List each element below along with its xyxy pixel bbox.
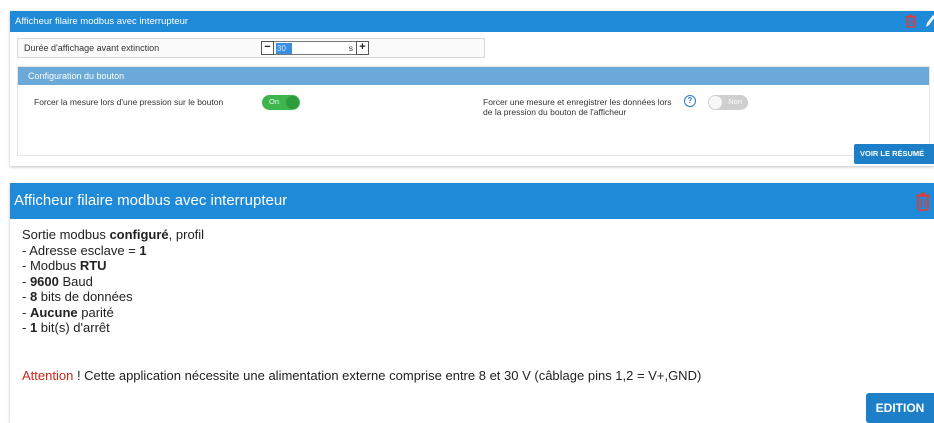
force-record-toggle[interactable]: Non <box>708 95 748 110</box>
summary-panel-title: Afficheur filaire modbus avec interrupte… <box>14 192 288 209</box>
summary-line: - 1 bit(s) d'arrêt <box>22 320 110 335</box>
display-duration-row: Durée d'affichage avant extinction − 30 … <box>17 38 485 58</box>
pencil-icon[interactable] <box>924 13 934 29</box>
decrement-button[interactable]: − <box>261 41 274 55</box>
duration-input[interactable]: 30 s <box>274 41 356 55</box>
edit-button[interactable]: EDITION <box>866 393 934 423</box>
help-icon[interactable]: ? <box>684 95 696 107</box>
duration-stepper: − 30 s + <box>261 41 369 55</box>
summary-line: - 9600 Baud <box>22 273 93 289</box>
summary-panel: Afficheur filaire modbus avec interrupte… <box>10 183 934 423</box>
force-measure-toggle[interactable]: On <box>262 95 300 110</box>
display-duration-label: Durée d'affichage avant extinction <box>24 43 160 53</box>
button-config-header: Configuration du bouton <box>18 67 929 85</box>
duration-value: 30 <box>276 43 292 54</box>
force-measure-toggle-label: On <box>269 97 280 106</box>
toggle-knob <box>286 96 299 109</box>
view-summary-button[interactable]: VOIR LE RÉSUMÉ <box>854 144 934 164</box>
toggle-knob <box>709 96 722 109</box>
summary-line: - Aucune parité <box>22 304 114 320</box>
summary-line: Sortie modbus configuré, profil <box>22 227 205 242</box>
summary-line: - Adresse esclave = 1 <box>22 242 147 258</box>
force-measure-label: Forcer la mesure lors d'une pression sur… <box>34 97 224 107</box>
trash-icon[interactable] <box>916 192 930 211</box>
trash-icon[interactable] <box>906 14 916 28</box>
power-warning: Attention ! Cette application nécessite … <box>22 368 701 383</box>
increment-button[interactable]: + <box>356 41 369 55</box>
warning-text: ! Cette application nécessite une alimen… <box>73 368 702 383</box>
settings-panel: Afficheur filaire modbus avec interrupte… <box>10 11 934 166</box>
summary-line: - 8 bits de données <box>22 289 133 304</box>
settings-panel-header: Afficheur filaire modbus avec interrupte… <box>10 11 934 32</box>
settings-panel-title: Afficheur filaire modbus avec interrupte… <box>15 16 189 27</box>
summary-panel-header: Afficheur filaire modbus avec interrupte… <box>10 183 934 219</box>
force-record-label: Forcer une mesure et enregistrer les don… <box>483 97 672 117</box>
modbus-summary: Sortie modbus configuré, profil - Adress… <box>22 227 204 336</box>
duration-unit: s <box>348 43 353 53</box>
button-config-section: Configuration du bouton Forcer la mesure… <box>17 66 930 156</box>
summary-line: - Modbus RTU <box>22 258 107 273</box>
warning-prefix: Attention <box>22 368 74 383</box>
force-record-toggle-label: Non <box>728 97 742 106</box>
